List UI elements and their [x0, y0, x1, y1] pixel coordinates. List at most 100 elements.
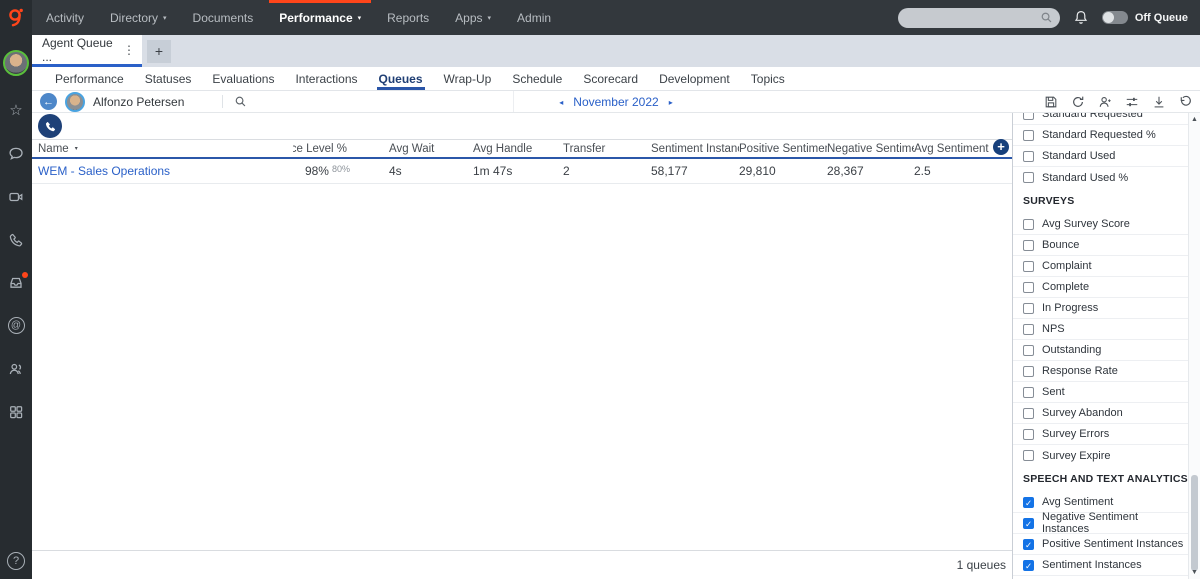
- column-picker-item-sent[interactable]: Sent: [1013, 382, 1188, 403]
- column-picker-item-survey-abandon[interactable]: Survey Abandon: [1013, 403, 1188, 424]
- subnav-item-evaluations[interactable]: Evaluations: [212, 67, 274, 90]
- column-picker-item-complaint[interactable]: Complaint: [1013, 256, 1188, 277]
- checkbox-unchecked-icon[interactable]: [1023, 365, 1034, 377]
- column-picker-item-avg-survey-score[interactable]: Avg Survey Score: [1013, 214, 1188, 235]
- column-header-name[interactable]: Name ▾: [32, 143, 293, 155]
- checkbox-unchecked-icon[interactable]: [1023, 150, 1034, 162]
- agent-search-icon[interactable]: [234, 95, 247, 108]
- contacts-icon[interactable]: [8, 360, 25, 377]
- help-icon[interactable]: ?: [7, 552, 25, 570]
- column-header-negative-sentime[interactable]: Negative Sentime...: [827, 143, 914, 155]
- column-header-service-level[interactable]: Service Level %: [293, 143, 389, 155]
- checkbox-checked-icon[interactable]: ✓: [1023, 496, 1034, 508]
- subnav-item-statuses[interactable]: Statuses: [145, 67, 192, 90]
- subnav-item-schedule[interactable]: Schedule: [512, 67, 562, 90]
- subnav-item-wrap-up[interactable]: Wrap-Up: [444, 67, 492, 90]
- column-picker-item-survey-expire[interactable]: Survey Expire: [1013, 445, 1188, 466]
- reset-undo-icon[interactable]: [1179, 95, 1193, 109]
- video-icon[interactable]: [8, 188, 25, 205]
- column-picker-item-standard-used[interactable]: Standard Used %: [1013, 167, 1188, 188]
- global-search-input[interactable]: [897, 7, 1060, 28]
- column-picker-item-outstanding[interactable]: Outstanding: [1013, 340, 1188, 361]
- queue-status-toggle[interactable]: [1101, 11, 1128, 24]
- prev-month-icon[interactable]: ◂: [559, 98, 563, 107]
- subnav-item-scorecard[interactable]: Scorecard: [583, 67, 638, 90]
- column-header-positive-sentimen[interactable]: Positive Sentimen...: [739, 143, 827, 155]
- checkbox-unchecked-icon[interactable]: [1023, 172, 1034, 183]
- scroll-up-icon[interactable]: ▲: [1189, 116, 1200, 123]
- nav-item-admin[interactable]: Admin: [515, 0, 553, 35]
- column-picker-item-negative-sentiment-instances[interactable]: ✓ Negative Sentiment Instances: [1013, 511, 1188, 535]
- checkbox-unchecked-icon[interactable]: [1023, 344, 1034, 356]
- nav-item-activity[interactable]: Activity: [44, 0, 86, 35]
- cell-name[interactable]: WEM - Sales Operations: [32, 164, 293, 178]
- calls-icon[interactable]: [8, 231, 25, 248]
- subnav-item-queues[interactable]: Queues: [376, 67, 425, 90]
- panel-scrollbar[interactable]: ▲ ▼: [1188, 113, 1200, 579]
- column-picker-item-nps[interactable]: NPS: [1013, 319, 1188, 340]
- column-picker-item-sentiment-instances[interactable]: ✓ Sentiment Instances: [1013, 555, 1188, 576]
- nav-item-apps[interactable]: Apps ▾: [453, 0, 493, 35]
- download-icon[interactable]: [1152, 95, 1166, 109]
- column-picker-item-positive-sentiment-instances[interactable]: ✓ Positive Sentiment Instances: [1013, 534, 1188, 555]
- user-avatar[interactable]: [3, 50, 29, 76]
- checkbox-unchecked-icon[interactable]: [1023, 239, 1034, 251]
- chat-icon[interactable]: [8, 145, 25, 162]
- mentions-icon[interactable]: @: [7, 317, 25, 334]
- checkbox-unchecked-icon[interactable]: [1023, 113, 1034, 120]
- nav-item-documents[interactable]: Documents: [191, 0, 256, 35]
- date-label[interactable]: November 2022: [573, 95, 658, 109]
- next-month-icon[interactable]: ▸: [669, 98, 673, 107]
- column-picker-item-complete[interactable]: Complete: [1013, 277, 1188, 298]
- scroll-down-icon[interactable]: ▼: [1189, 569, 1200, 576]
- checkbox-unchecked-icon[interactable]: [1023, 260, 1034, 272]
- inbox-icon[interactable]: [8, 272, 28, 291]
- column-header-avg-wait[interactable]: Avg Wait: [389, 143, 473, 155]
- column-picker-item-survey-errors[interactable]: Survey Errors: [1013, 424, 1188, 445]
- subnav-item-performance[interactable]: Performance: [55, 67, 124, 90]
- column-settings-icon[interactable]: [1125, 95, 1139, 109]
- checkbox-unchecked-icon[interactable]: [1023, 428, 1034, 440]
- column-picker-item-standard-requested[interactable]: Standard Requested %: [1013, 125, 1188, 146]
- subnav-item-development[interactable]: Development: [659, 67, 730, 90]
- checkbox-checked-icon[interactable]: ✓: [1023, 517, 1034, 529]
- back-button[interactable]: ←: [40, 93, 57, 110]
- column-picker-item-standard-used[interactable]: Standard Used: [1013, 146, 1188, 167]
- favorites-icon[interactable]: ☆: [8, 102, 25, 119]
- nav-item-performance[interactable]: Performance ▾: [269, 0, 372, 35]
- column-picker-item-in-progress[interactable]: In Progress: [1013, 298, 1188, 319]
- nav-item-reports[interactable]: Reports: [385, 0, 431, 35]
- checkbox-unchecked-icon[interactable]: [1023, 281, 1034, 293]
- genesys-logo-icon[interactable]: [6, 7, 26, 35]
- agent-view-icon[interactable]: [1098, 95, 1112, 109]
- subnav-item-interactions[interactable]: Interactions: [295, 67, 357, 90]
- column-picker-item-standard-requested[interactable]: Standard Requested: [1013, 113, 1188, 125]
- notifications-bell-icon[interactable]: [1073, 9, 1089, 26]
- column-header-sentiment-instanc[interactable]: Sentiment Instanc...: [651, 143, 739, 155]
- refresh-icon[interactable]: [1071, 95, 1085, 109]
- new-tab-button[interactable]: +: [147, 39, 171, 63]
- subnav-item-topics[interactable]: Topics: [751, 67, 785, 90]
- add-column-button[interactable]: +: [993, 139, 1009, 155]
- checkbox-unchecked-icon[interactable]: [1023, 450, 1034, 461]
- nav-item-directory[interactable]: Directory ▾: [108, 0, 169, 35]
- checkbox-unchecked-icon[interactable]: [1023, 129, 1034, 141]
- tab-agent-queue[interactable]: Agent Queue ... ⋮: [32, 35, 142, 67]
- column-header-avg-handle[interactable]: Avg Handle: [473, 143, 563, 155]
- column-header-transfer[interactable]: Transfer: [563, 143, 651, 155]
- voice-media-tab[interactable]: [38, 114, 62, 138]
- checkbox-unchecked-icon[interactable]: [1023, 323, 1034, 335]
- apps-grid-icon[interactable]: [8, 403, 25, 420]
- column-picker-item-avg-sentiment[interactable]: ✓ Avg Sentiment: [1013, 492, 1188, 513]
- column-picker-item-bounce[interactable]: Bounce: [1013, 235, 1188, 256]
- scrollbar-thumb[interactable]: [1191, 475, 1198, 571]
- kebab-menu-icon[interactable]: ⋮: [123, 43, 135, 57]
- checkbox-unchecked-icon[interactable]: [1023, 218, 1034, 230]
- checkbox-unchecked-icon[interactable]: [1023, 407, 1034, 419]
- checkbox-checked-icon[interactable]: ✓: [1023, 559, 1034, 571]
- checkbox-checked-icon[interactable]: ✓: [1023, 538, 1034, 550]
- checkbox-unchecked-icon[interactable]: [1023, 386, 1034, 398]
- save-icon[interactable]: [1044, 95, 1058, 109]
- column-picker-item-response-rate[interactable]: Response Rate: [1013, 361, 1188, 382]
- checkbox-unchecked-icon[interactable]: [1023, 302, 1034, 314]
